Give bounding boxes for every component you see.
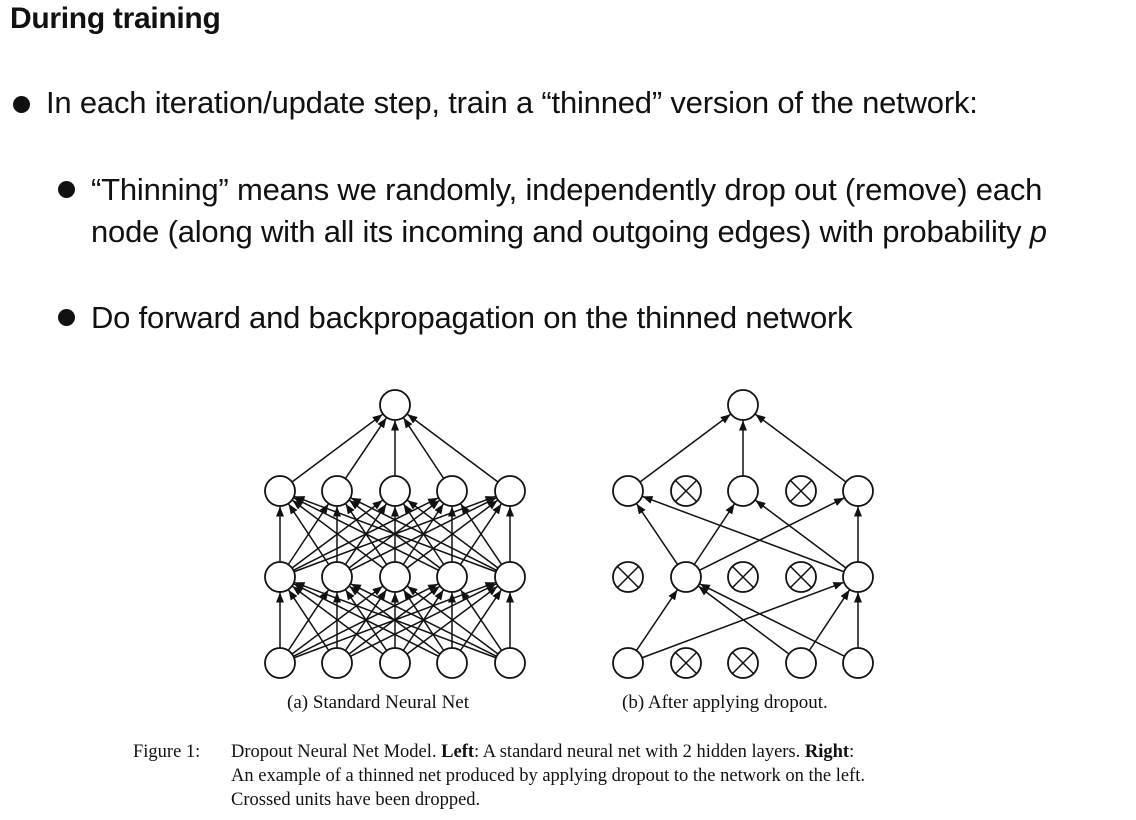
standard-net-node <box>321 475 353 507</box>
dropout-net-node <box>727 389 759 421</box>
standard-net-node <box>321 561 353 593</box>
standard-net-edges <box>276 413 514 659</box>
dropout-net-node <box>842 647 874 679</box>
dropout-net-node <box>785 647 817 679</box>
dropout-net-edge <box>639 413 732 483</box>
dropout-network-diagram <box>612 389 874 679</box>
standard-net-node <box>379 647 411 679</box>
caption-right-keyword: Right <box>804 742 850 762</box>
dropout-net-edges <box>635 413 862 659</box>
standard-net-node <box>379 475 411 507</box>
dropout-net-node <box>842 475 874 507</box>
dropout-net-edge <box>699 497 845 571</box>
sublabel-standard-net: (a) Standard Neural Net <box>287 692 470 713</box>
dropout-net-node <box>842 561 874 593</box>
figure-caption-prefix: Figure 1: <box>133 742 201 762</box>
caption-line-1-a: Dropout Neural Net Model. <box>231 742 437 762</box>
dropout-net-edge <box>699 583 845 657</box>
standard-net-node <box>494 475 526 507</box>
dropout-net-edge <box>636 503 679 565</box>
dropout-net-node <box>612 475 644 507</box>
standard-net-node <box>264 475 296 507</box>
dropout-net-edge <box>697 585 790 655</box>
standard-net-edge <box>291 413 384 483</box>
standard-net-node <box>321 647 353 679</box>
dropout-net-edge <box>754 499 847 569</box>
dropout-net-node <box>727 475 759 507</box>
dropout-net-edge <box>642 495 845 573</box>
standard-net-node <box>379 389 411 421</box>
standard-net-node <box>436 647 468 679</box>
standard-net-node <box>436 561 468 593</box>
figure-caption-line-3: Crossed units have been dropped. <box>231 790 481 810</box>
figure-caption-line-1: Dropout Neural Net Model. Left: A standa… <box>231 740 854 764</box>
standard-net-node <box>494 561 526 593</box>
sublabel-after-dropout: (b) After applying dropout. <box>622 692 828 713</box>
caption-line-1-c: : <box>849 742 855 762</box>
caption-left-keyword: Left <box>441 742 475 762</box>
standard-net-edge <box>406 413 499 483</box>
standard-network-diagram <box>264 389 526 679</box>
standard-net-node <box>379 561 411 593</box>
dropout-net-node <box>670 561 702 593</box>
caption-line-1-b: : A standard neural net with 2 hidden la… <box>474 742 801 762</box>
standard-net-node <box>264 647 296 679</box>
figure-caption-line-2: An example of a thinned net produced by … <box>231 766 865 786</box>
standard-net-node <box>436 475 468 507</box>
dropout-figure <box>264 389 874 679</box>
dropout-net-edge <box>635 589 678 651</box>
dropout-net-edge <box>754 413 847 483</box>
standard-net-node <box>264 561 296 593</box>
standard-net-node <box>494 647 526 679</box>
dropout-net-node <box>612 647 644 679</box>
